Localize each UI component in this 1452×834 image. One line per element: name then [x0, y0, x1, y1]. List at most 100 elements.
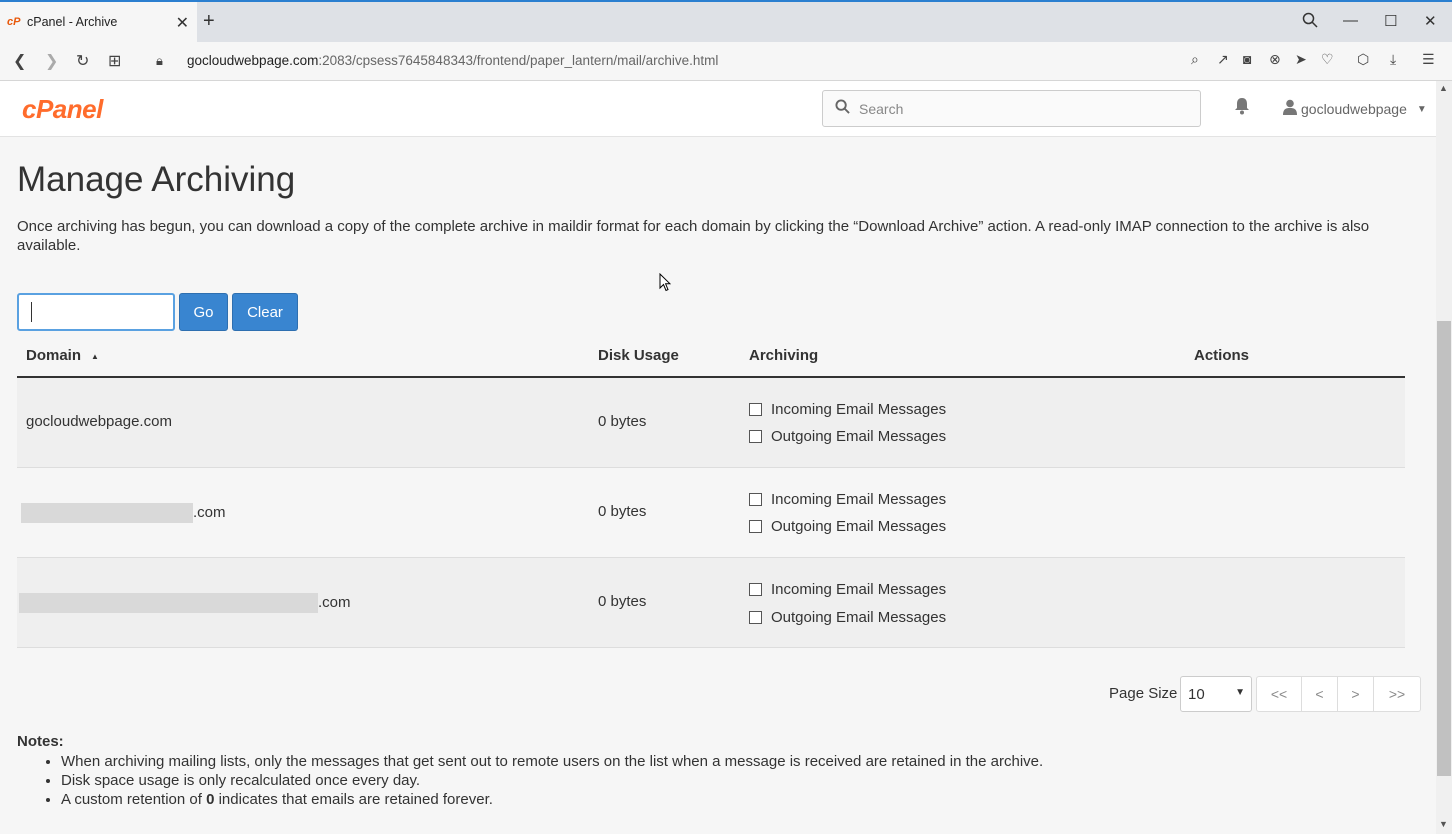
- domain-filter-input[interactable]: [17, 293, 175, 331]
- minimize-icon[interactable]: —: [1343, 12, 1358, 29]
- disk-usage-cell: 0 bytes: [598, 593, 647, 610]
- outgoing-checkbox[interactable]: Outgoing Email Messages: [749, 428, 946, 445]
- page-size-value: 10: [1188, 685, 1205, 703]
- domain-suffix: .com: [193, 503, 226, 521]
- sort-ascending-icon: ▲: [91, 351, 99, 361]
- outgoing-checkbox[interactable]: Outgoing Email Messages: [749, 518, 946, 535]
- redacted-domain: [21, 503, 193, 523]
- search-icon: [835, 99, 850, 118]
- note-text: indicates that emails are retained forev…: [214, 791, 493, 808]
- url-path: :2083/cpsess7645848343/frontend/paper_la…: [318, 53, 719, 68]
- checkbox-box[interactable]: [749, 611, 762, 624]
- checkbox-label: Outgoing Email Messages: [771, 428, 947, 445]
- last-page-button[interactable]: >>: [1374, 677, 1420, 711]
- checkbox-label: Incoming Email Messages: [771, 581, 947, 598]
- first-page-button[interactable]: <<: [1257, 677, 1302, 711]
- cpanel-favicon-icon: cP: [7, 16, 21, 28]
- browser-search-icon[interactable]: [1302, 12, 1318, 32]
- forward-icon[interactable]: ❯: [45, 51, 58, 71]
- notifications-bell-icon[interactable]: [1233, 97, 1251, 120]
- user-icon: [1283, 99, 1297, 119]
- previous-page-button[interactable]: <: [1302, 677, 1338, 711]
- reload-icon[interactable]: ↻: [76, 51, 89, 71]
- outgoing-checkbox[interactable]: Outgoing Email Messages: [749, 609, 946, 626]
- domain-cell: gocloudwebpage.com: [26, 413, 172, 430]
- table-row: gocloudwebpage.com 0 bytes Incoming Emai…: [17, 378, 1405, 468]
- heart-icon[interactable]: ♡: [1321, 51, 1334, 68]
- column-header-actions: Actions: [1194, 347, 1250, 364]
- browser-tab[interactable]: cP cPanel - Archive ✕: [0, 2, 197, 42]
- note-text: A custom retention of: [61, 791, 207, 808]
- browser-toolbar: ❮ ❯ ↻ ⊞ 🔒︎ gocloudwebpage.com:2083/cpses…: [0, 42, 1452, 81]
- new-tab-icon[interactable]: +: [203, 10, 215, 33]
- redacted-domain: [19, 593, 318, 613]
- pagination: << < > >>: [1256, 676, 1421, 712]
- domain-name: gocloudwebpage.com: [26, 413, 172, 430]
- chevron-down-icon: ▼: [1416, 103, 1427, 115]
- table-row: .com 0 bytes Incoming Email Messages Out…: [17, 468, 1405, 558]
- address-bar[interactable]: gocloudwebpage.com:2083/cpsess7645848343…: [187, 53, 718, 68]
- speed-dial-icon[interactable]: ⊞: [108, 51, 121, 71]
- checkbox-box[interactable]: [749, 493, 762, 506]
- page-scrollbar[interactable]: ▲ ▼: [1436, 81, 1452, 834]
- checkbox-box[interactable]: [749, 430, 762, 443]
- page-description: Once archiving has begun, you can downlo…: [17, 218, 1370, 254]
- search-input[interactable]: [859, 99, 1189, 119]
- domain-suffix: .com: [318, 593, 351, 611]
- domain-cell: .com: [19, 593, 351, 613]
- disk-usage-cell: 0 bytes: [598, 503, 647, 520]
- incoming-checkbox[interactable]: Incoming Email Messages: [749, 491, 946, 508]
- tab-close-icon[interactable]: ✕: [176, 13, 189, 33]
- column-header-archiving: Archiving: [749, 347, 819, 364]
- checkbox-box[interactable]: [749, 403, 762, 416]
- browser-tabbar: cP cPanel - Archive ✕ + — ☐ ✕: [0, 0, 1452, 42]
- domain-cell: .com: [21, 503, 226, 523]
- maximize-icon[interactable]: ☐: [1384, 12, 1397, 30]
- back-icon[interactable]: ❮: [13, 51, 26, 71]
- note-item: Disk space usage is only recalculated on…: [61, 771, 1043, 790]
- camera-icon[interactable]: ◙: [1243, 51, 1251, 67]
- notes-title: Notes:: [17, 733, 64, 750]
- cpanel-logo[interactable]: cPanel: [22, 94, 103, 125]
- checkbox-box[interactable]: [749, 583, 762, 596]
- column-header-domain[interactable]: Domain ▲: [26, 347, 99, 364]
- download-icon[interactable]: ⤓: [1390, 51, 1396, 68]
- chevron-down-icon: ▼: [1235, 687, 1245, 698]
- disk-usage-cell: 0 bytes: [598, 413, 647, 430]
- tab-title: cPanel - Archive: [27, 15, 118, 29]
- incoming-checkbox[interactable]: Incoming Email Messages: [749, 581, 946, 598]
- cpanel-search[interactable]: [822, 90, 1201, 127]
- checkbox-label: Incoming Email Messages: [771, 401, 947, 418]
- extensions-icon[interactable]: ⬡: [1357, 51, 1369, 68]
- cpanel-header: cPanel gocloudwebpage ▼: [0, 81, 1452, 137]
- zoom-icon[interactable]: ⌕: [1191, 51, 1199, 68]
- page-title: Manage Archiving: [17, 160, 296, 199]
- checkbox-label: Outgoing Email Messages: [771, 518, 947, 535]
- note-item: A custom retention of 0 indicates that e…: [61, 790, 1043, 809]
- column-header-domain-label: Domain: [26, 347, 82, 364]
- checkbox-label: Incoming Email Messages: [771, 491, 947, 508]
- incoming-checkbox[interactable]: Incoming Email Messages: [749, 401, 946, 418]
- scrollbar-thumb[interactable]: [1437, 321, 1451, 776]
- clear-button[interactable]: Clear: [232, 293, 298, 331]
- text-cursor: [31, 302, 32, 322]
- scroll-up-icon[interactable]: ▲: [1439, 83, 1448, 93]
- username: gocloudwebpage: [1301, 101, 1407, 117]
- go-button[interactable]: Go: [179, 293, 228, 331]
- scroll-down-icon[interactable]: ▼: [1439, 819, 1448, 829]
- user-menu[interactable]: gocloudwebpage ▼: [1283, 99, 1427, 119]
- menu-icon[interactable]: ☰: [1422, 51, 1435, 68]
- lock-icon: 🔒︎: [156, 53, 163, 68]
- next-page-button[interactable]: >: [1338, 677, 1374, 711]
- send-icon[interactable]: ➤: [1295, 51, 1307, 68]
- note-item: When archiving mailing lists, only the m…: [61, 752, 1043, 771]
- notes-list: When archiving mailing lists, only the m…: [43, 752, 1043, 809]
- page-size-select[interactable]: 10 ▼: [1180, 676, 1252, 712]
- checkbox-box[interactable]: [749, 520, 762, 533]
- column-header-disk-usage[interactable]: Disk Usage: [598, 347, 679, 364]
- share-icon[interactable]: ↗: [1217, 51, 1229, 68]
- checkbox-label: Outgoing Email Messages: [771, 609, 947, 626]
- block-icon[interactable]: ⊗: [1269, 51, 1281, 68]
- url-host: gocloudwebpage.com: [187, 53, 319, 68]
- window-close-icon[interactable]: ✕: [1424, 12, 1437, 30]
